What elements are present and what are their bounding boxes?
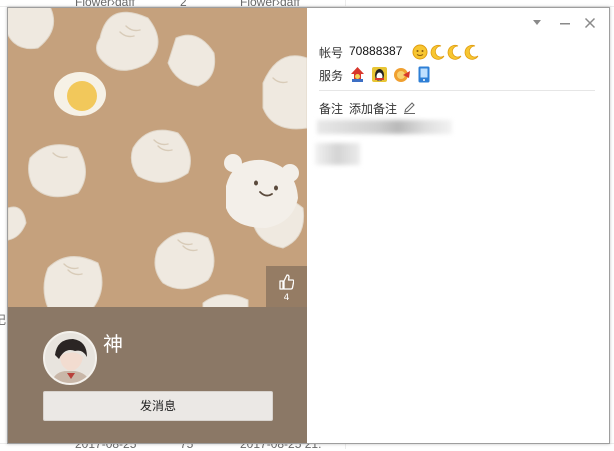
profile-card: 4 神 发消息 帐号 70888387 服务 备注 添加备注 xyxy=(7,7,610,444)
like-button[interactable]: 4 xyxy=(266,266,307,307)
bear-illustration xyxy=(224,154,299,228)
gift-red-icon[interactable] xyxy=(349,66,366,83)
penguin-icon[interactable] xyxy=(371,66,388,83)
remark-label: 备注 xyxy=(319,102,344,116)
background-cell: 记 xyxy=(0,313,7,327)
info-panel: 帐号 70888387 服务 备注 添加备注 xyxy=(307,8,609,443)
caret-down-icon[interactable] xyxy=(532,19,542,27)
profile-cover: 4 神 发消息 xyxy=(8,8,307,443)
send-message-button[interactable]: 发消息 xyxy=(43,391,273,421)
like-count: 4 xyxy=(283,293,290,303)
thumbs-up-icon xyxy=(279,274,294,290)
blurred-signature xyxy=(317,120,452,134)
moon-level-icon[interactable] xyxy=(430,44,446,60)
add-remark-link[interactable]: 添加备注 xyxy=(349,100,397,117)
avatar[interactable] xyxy=(43,331,97,385)
divider xyxy=(319,90,595,91)
account-number: 70888387 xyxy=(349,44,403,58)
minimize-icon[interactable] xyxy=(559,17,571,29)
bun-pattern-illustration xyxy=(8,8,307,308)
qzone-icon[interactable] xyxy=(393,66,411,83)
nickname: 神 xyxy=(103,332,123,356)
service-label: 服务 xyxy=(319,69,344,83)
moon-level-icon[interactable] xyxy=(464,44,480,60)
avatar-illustration xyxy=(45,333,95,383)
mobile-icon[interactable] xyxy=(417,66,431,83)
moon-level-icon[interactable] xyxy=(447,44,463,60)
sun-level-icon[interactable] xyxy=(412,44,428,60)
close-icon[interactable] xyxy=(584,17,596,29)
edit-pencil-icon[interactable] xyxy=(403,101,416,114)
blurred-signature xyxy=(315,143,360,165)
account-label: 帐号 xyxy=(319,46,344,60)
